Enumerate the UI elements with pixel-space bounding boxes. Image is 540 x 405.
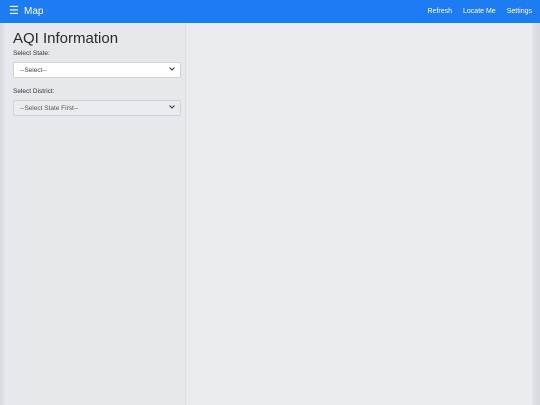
state-select[interactable]: --Select-- [13,62,181,78]
district-select-value: --Select State First-- [20,104,79,112]
brand-title[interactable]: Map [24,6,43,17]
district-select[interactable]: --Select State First-- [13,100,181,116]
locate-me-link[interactable]: Locate Me [463,8,496,15]
page-title: AQI Information [13,30,119,47]
map-canvas[interactable] [187,23,532,405]
right-edge-scrollbar[interactable] [532,23,540,405]
state-label: Select State: [13,50,50,57]
chevron-down-icon [169,105,175,111]
chevron-down-icon [169,67,175,73]
nav-links: Refresh Locate Me Settings [428,8,533,15]
state-select-value: --Select-- [20,66,47,74]
aqi-sidebar: AQI Information Select State: --Select--… [6,23,186,405]
hamburger-menu-icon[interactable]: ☰ [9,6,19,17]
district-label: Select District: [13,88,55,95]
settings-link[interactable]: Settings [507,8,532,15]
refresh-link[interactable]: Refresh [428,8,453,15]
top-navbar: ☰ Map Refresh Locate Me Settings [0,0,540,23]
